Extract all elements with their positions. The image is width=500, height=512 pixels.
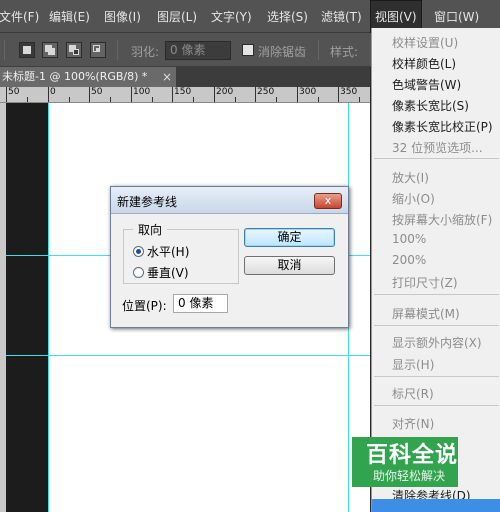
vertical-option[interactable]: 垂直(V): [133, 264, 189, 281]
radio-selected-icon[interactable]: [133, 246, 144, 257]
ruler-label: 100: [133, 87, 151, 97]
ruler-label: 50: [8, 87, 20, 97]
options-divider: [318, 40, 319, 60]
menu-item-32bit-preview: 32 位预览选项...: [392, 141, 483, 155]
menu-item-screen-mode: 屏幕模式(M): [392, 307, 460, 321]
ok-button[interactable]: 确定: [244, 228, 335, 247]
add-to-selection-icon[interactable]: [42, 42, 58, 58]
cancel-button[interactable]: 取消: [244, 256, 335, 275]
menu-item-show: 显示(H): [392, 358, 435, 372]
new-guide-dialog: 新建参考线 x 取向 水平(H) 垂直(V) 确定 取消 位置(P): 0 像素: [110, 186, 349, 328]
menu-separator: [374, 294, 499, 295]
menu-select[interactable]: 选择(S): [267, 0, 308, 33]
close-icon[interactable]: ×: [162, 67, 172, 87]
vertical-guide[interactable]: [48, 103, 49, 512]
menu-item-rulers: 标尺(R): [392, 387, 434, 401]
horizontal-ruler[interactable]: 50 0 50 100 150 200 250 300 350: [0, 87, 370, 103]
ruler-label: 150: [174, 87, 192, 97]
menu-item-proof-setup: 校样设置(U): [392, 36, 459, 50]
position-label: 位置(P):: [122, 299, 167, 313]
antialias-label: 消除锯齿: [258, 45, 307, 59]
horizontal-guide[interactable]: [6, 355, 370, 356]
vertical-label: 垂直(V): [147, 266, 189, 280]
intersect-selection-icon[interactable]: [90, 42, 106, 58]
style-label: 样式:: [330, 45, 359, 59]
watermark-title: 百科全说: [366, 443, 459, 468]
menu-item-zoom-out: 缩小(O): [392, 192, 435, 206]
menu-item-print-size: 打印尺寸(Z): [392, 276, 458, 290]
watermark-subtitle: 助你轻松解决: [373, 469, 446, 483]
ruler-label: 300: [299, 87, 317, 97]
menu-item-highlight[interactable]: [372, 499, 500, 512]
horizontal-option[interactable]: 水平(H): [133, 243, 189, 260]
menu-edit[interactable]: 编辑(E): [49, 0, 90, 33]
options-divider: [4, 40, 5, 60]
dialog-title-bar[interactable]: 新建参考线 x: [111, 187, 348, 214]
menu-separator: [374, 158, 499, 159]
menu-item-pixel-aspect-ratio[interactable]: 像素长宽比(S): [392, 97, 469, 114]
new-selection-mode-icon[interactable]: [19, 42, 35, 58]
horizontal-label: 水平(H): [147, 245, 190, 259]
feather-label: 羽化:: [131, 45, 160, 59]
menu-file[interactable]: 文件(F): [0, 0, 39, 33]
feather-input[interactable]: 0 像素: [165, 41, 231, 60]
document-tab-bar: 未标题-1 @ 100%(RGB/8) * ×: [0, 67, 370, 87]
menu-separator: [374, 325, 499, 326]
ruler-label: 50: [91, 87, 103, 97]
menu-item-fit-on-screen: 按屏幕大小缩放(F): [392, 213, 493, 227]
dialog-close-button[interactable]: x: [314, 193, 342, 209]
menu-item-200-percent: 200%: [392, 253, 427, 267]
ruler-label: 0: [50, 87, 56, 97]
menu-item-pixel-aspect-correction[interactable]: 像素长宽比校正(P): [392, 118, 493, 135]
menu-type[interactable]: 文字(Y): [211, 0, 252, 33]
radio-unselected-icon[interactable]: [133, 267, 144, 278]
document-tab-title: 未标题-1 @ 100%(RGB/8) *: [2, 70, 148, 83]
menu-filter[interactable]: 滤镜(T): [321, 0, 362, 33]
menu-item-gamut-warning[interactable]: 色域警告(W): [392, 76, 461, 93]
menu-item-proof-colors[interactable]: 校样颜色(L): [392, 55, 456, 72]
ruler-label: 250: [257, 87, 275, 97]
watermark-logo: 百科全说 助你轻松解决: [352, 437, 458, 487]
menu-item-snap: 对齐(N): [392, 417, 435, 431]
document-tab[interactable]: 未标题-1 @ 100%(RGB/8) * ×: [0, 67, 176, 87]
dialog-title: 新建参考线: [117, 195, 178, 209]
options-divider: [117, 40, 118, 60]
ruler-label: 350: [340, 87, 358, 97]
subtract-from-selection-icon[interactable]: [66, 42, 82, 58]
menu-item-100-percent: 100%: [392, 232, 427, 246]
antialias-checkbox[interactable]: [242, 44, 254, 56]
orientation-group-title: 取向: [133, 221, 168, 238]
menu-separator: [374, 376, 499, 377]
menu-separator: [374, 405, 499, 406]
menu-layer[interactable]: 图层(L): [157, 0, 197, 33]
menu-image[interactable]: 图像(I): [104, 0, 141, 33]
ruler-label: 200: [216, 87, 234, 97]
menu-item-extras: 显示额外内容(X): [392, 336, 482, 350]
menu-item-zoom-in: 放大(I): [392, 171, 429, 185]
position-input[interactable]: 0 像素: [173, 294, 228, 313]
